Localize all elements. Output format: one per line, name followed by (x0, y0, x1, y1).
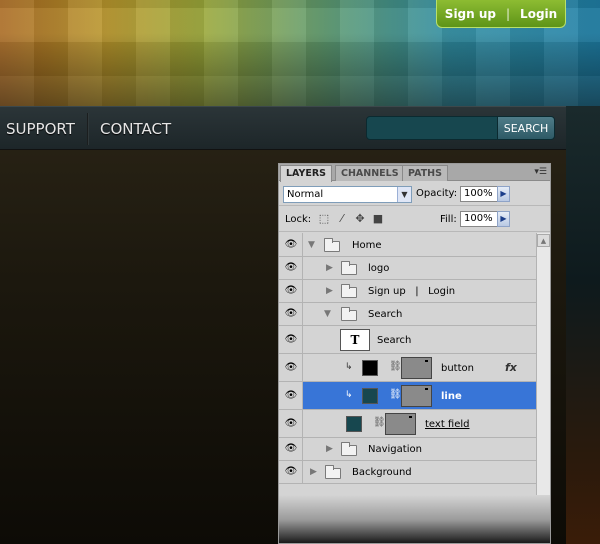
layers-panel: LAYERS CHANNELS PATHS ▾☰ Normal ▼ Opacit… (278, 163, 551, 544)
fill-slider-arrow-icon[interactable]: ▶ (497, 211, 510, 227)
nav-bar: SUPPORT CONTACT SEARCH (0, 106, 566, 150)
eye-icon[interactable]: 👁 (283, 388, 299, 404)
eye-icon[interactable]: 👁 (283, 416, 299, 432)
layer-name: Navigation (368, 444, 422, 455)
layers-list: 👁 ▼ Home 👁 ▶ logo 👁 ▶ Sign up | Login 👁 … (279, 233, 536, 495)
folder-icon (341, 442, 357, 456)
scroll-up-icon[interactable]: ▲ (537, 234, 550, 247)
chevron-down-icon[interactable]: ▼ (397, 187, 411, 202)
layer-row-text-field[interactable]: 👁 ⛓ text field (279, 410, 536, 438)
layer-name: button (441, 363, 474, 374)
lock-row: Lock: ⬚ ⁄ ✥ ■ Fill: 100% ▶ (279, 207, 550, 232)
blend-mode-value: Normal (287, 189, 324, 200)
eye-icon[interactable]: 👁 (283, 283, 299, 299)
layer-row-button[interactable]: 👁 ↳ ⛓ button fx (279, 354, 536, 382)
login-link[interactable]: Login (520, 7, 557, 21)
eye-icon[interactable]: 👁 (283, 237, 299, 253)
layer-name: Search (368, 309, 403, 320)
auth-separator: | (506, 6, 511, 21)
layer-name: text field (425, 419, 470, 430)
nav-item-support[interactable]: SUPPORT (6, 120, 75, 138)
opacity-input[interactable]: 100% (460, 186, 498, 202)
clipping-arrow-icon: ↳ (345, 390, 353, 400)
layer-row-signup-login[interactable]: 👁 ▶ Sign up | Login (279, 280, 536, 303)
layer-row-navigation[interactable]: 👁 ▶ Navigation (279, 438, 536, 461)
opacity-slider-arrow-icon[interactable]: ▶ (497, 186, 510, 202)
fill-input[interactable]: 100% (460, 211, 498, 227)
link-chain-icon[interactable]: ⛓ (389, 361, 402, 372)
fill-label: Fill: (440, 214, 457, 225)
layer-row-line[interactable]: 👁 ↳ ⛓ line (279, 382, 536, 410)
expand-triangle-icon[interactable]: ▼ (308, 240, 315, 250)
link-chain-icon[interactable]: ⛓ (373, 417, 386, 428)
expand-triangle-icon[interactable]: ▶ (310, 467, 317, 477)
layers-scrollbar[interactable]: ▲ (536, 233, 550, 495)
blend-mode-select[interactable]: Normal ▼ (283, 186, 412, 203)
layer-name: Background (352, 467, 412, 478)
lock-label: Lock: (285, 214, 312, 225)
lock-transparent-icon[interactable]: ⬚ (318, 213, 330, 225)
expand-triangle-icon[interactable]: ▶ (326, 444, 333, 454)
eye-icon[interactable]: 👁 (283, 260, 299, 276)
nav-item-contact[interactable]: CONTACT (100, 120, 171, 138)
layer-name: Sign up | Login (368, 286, 456, 297)
layer-row-home[interactable]: 👁 ▼ Home (279, 233, 536, 257)
fx-icon[interactable]: fx (505, 361, 517, 374)
tab-layers[interactable]: LAYERS (280, 165, 333, 182)
eye-icon[interactable]: 👁 (283, 464, 299, 480)
lock-brush-icon[interactable]: ⁄ (336, 213, 348, 225)
opacity-label: Opacity: (416, 188, 458, 199)
eye-icon[interactable]: 👁 (283, 360, 299, 376)
lock-all-icon[interactable]: ■ (372, 213, 384, 225)
folder-icon (341, 261, 357, 275)
nav-divider (87, 113, 89, 145)
folder-icon (325, 465, 341, 479)
layer-name: Home (352, 240, 382, 251)
layer-name: Search (377, 335, 412, 346)
layer-thumbnail (362, 388, 378, 404)
signup-link[interactable]: Sign up (445, 7, 496, 21)
expand-triangle-icon[interactable]: ▼ (324, 309, 331, 319)
layer-mask-thumbnail[interactable] (385, 413, 416, 435)
folder-icon (341, 284, 357, 298)
expand-triangle-icon[interactable]: ▶ (326, 263, 333, 273)
eye-icon[interactable]: 👁 (283, 332, 299, 348)
layer-mask-thumbnail[interactable] (401, 357, 432, 379)
tab-paths[interactable]: PATHS (402, 165, 448, 181)
page-edge (566, 106, 600, 544)
auth-bar: Sign up | Login (436, 0, 566, 28)
eye-icon[interactable]: 👁 (283, 441, 299, 457)
lock-move-icon[interactable]: ✥ (354, 213, 366, 225)
clipping-arrow-icon: ↳ (345, 362, 353, 372)
layer-name: logo (368, 263, 390, 274)
layer-thumbnail (362, 360, 378, 376)
link-chain-icon[interactable]: ⛓ (389, 389, 402, 400)
search-input[interactable] (366, 116, 498, 140)
layer-thumbnail (346, 416, 362, 432)
blend-row: Normal ▼ Opacity: 100% ▶ (279, 182, 550, 206)
text-layer-icon: T (340, 329, 370, 351)
expand-triangle-icon[interactable]: ▶ (326, 286, 333, 296)
search-button[interactable]: SEARCH (497, 116, 555, 140)
panel-fade (279, 495, 550, 543)
eye-icon[interactable]: 👁 (283, 306, 299, 322)
panel-menu-icon[interactable]: ▾☰ (534, 167, 547, 177)
layer-row-logo[interactable]: 👁 ▶ logo (279, 257, 536, 280)
panel-tabs: LAYERS CHANNELS PATHS ▾☰ (279, 164, 550, 182)
tab-channels[interactable]: CHANNELS (335, 165, 405, 181)
layer-mask-thumbnail[interactable] (401, 385, 432, 407)
layer-row-search-text[interactable]: 👁 T Search (279, 326, 536, 354)
layer-row-search-group[interactable]: 👁 ▼ Search (279, 303, 536, 326)
folder-icon (341, 307, 357, 321)
layer-name: line (441, 391, 462, 402)
layer-row-background[interactable]: 👁 ▶ Background (279, 461, 536, 484)
folder-icon (324, 238, 340, 252)
